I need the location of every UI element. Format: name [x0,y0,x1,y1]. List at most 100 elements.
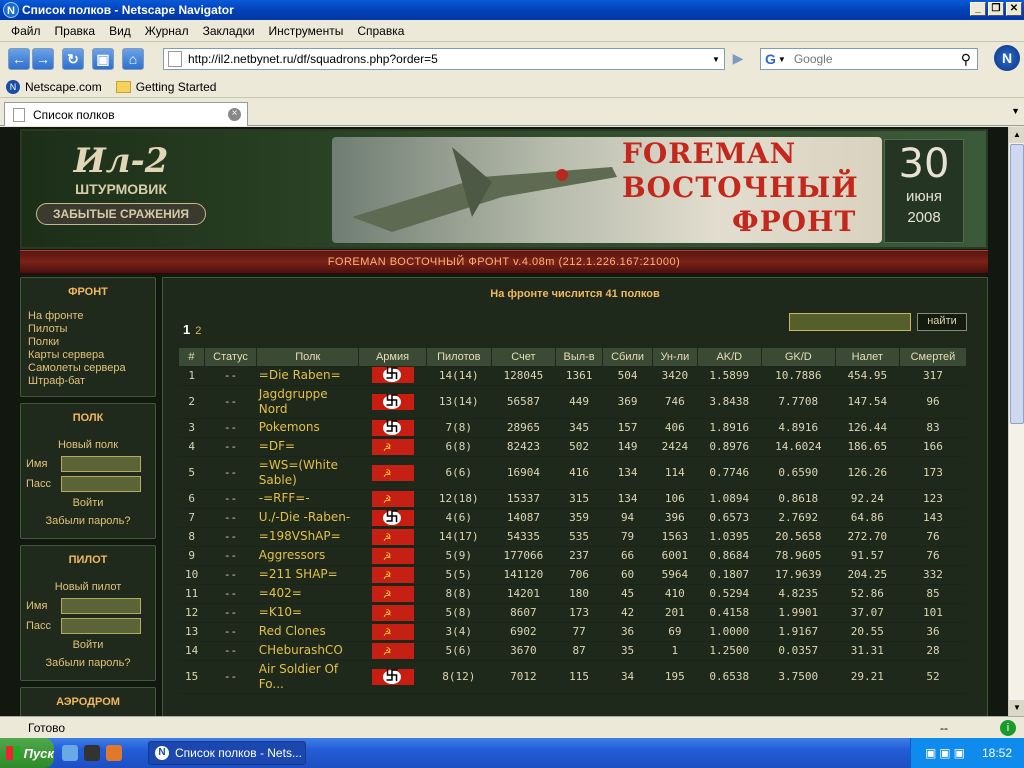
info-icon[interactable]: i [1000,719,1016,736]
squad-link[interactable]: =DF= [256,437,359,457]
page-icon [13,107,25,122]
media-icon[interactable] [84,745,100,761]
link-squadrons[interactable]: Полки [21,336,155,349]
squad-link[interactable]: Pokemons [256,418,359,438]
squad-login-link[interactable]: Войти [21,494,155,512]
netscape-icon: N [155,746,169,760]
col-killed-header[interactable]: Ун-ли [652,348,698,366]
squad-forgot-link[interactable]: Забыли пароль? [21,512,155,530]
col-sorties-header[interactable]: Выл-в [555,348,604,366]
squad-pass-input[interactable] [61,476,141,492]
link-at-front[interactable]: На фронте [21,310,155,323]
col-squad-header[interactable]: Полк [256,348,360,366]
start-button[interactable]: Пуск [0,738,54,768]
url-input[interactable] [188,52,708,66]
col-shot-header[interactable]: Сбили [602,348,653,366]
col-deaths-header[interactable]: Смертей [899,348,968,366]
col-army-header[interactable]: Армия [358,348,427,366]
find-button[interactable]: найти [917,313,967,331]
squad-link[interactable]: =WS=(White Sable) [256,456,359,490]
tray-icons[interactable]: ▣▣▣ [925,746,968,760]
squad-link[interactable]: CHeburashCO [256,641,359,661]
menu-view[interactable]: Вид [102,24,138,38]
col-num-header[interactable]: # [179,348,205,366]
hammer-sickle-flag-icon: ☭ [371,642,414,659]
col-deaths-cell: 166 [899,437,967,457]
search-icon[interactable]: ⚲ [961,51,971,68]
scroll-thumb[interactable] [1010,144,1024,424]
link-server-planes[interactable]: Самолеты сервера [21,362,155,375]
new-squad-link[interactable]: Новый полк [21,436,155,454]
scroll-up-icon[interactable]: ▲ [1009,127,1024,143]
url-bar[interactable]: ▼ [163,48,725,70]
col-sorties-cell: 237 [555,546,603,566]
back-icon[interactable]: ← [8,48,30,70]
squad-link[interactable]: =211 SHAP= [256,565,359,585]
menu-edit[interactable]: Правка [48,24,103,38]
pilot-forgot-link[interactable]: Забыли пароль? [21,654,155,672]
firefox-icon[interactable] [106,745,122,761]
squad-link[interactable]: -=RFF=- [256,489,359,509]
link-penal-battalion[interactable]: Штраф-бат [21,375,155,388]
tab-list-icon[interactable]: ▼ [1011,106,1020,116]
col-status-header[interactable]: Статус [204,348,258,366]
home-icon[interactable]: ⌂ [122,48,144,70]
search-input[interactable] [793,52,954,66]
col-hours-header[interactable]: Налет [835,348,900,366]
squad-link[interactable]: U./-Die -Raben- [256,508,359,528]
minimize-button[interactable]: _ [970,2,986,16]
squad-link[interactable]: Red Clones [256,622,359,642]
search-engine-dropdown-icon[interactable]: ▼ [778,55,786,64]
search-bar[interactable]: G ▼ ⚲ [760,48,978,70]
squad-link[interactable]: =K10= [256,603,359,623]
squad-link[interactable]: Aggressors [256,546,359,566]
squad-link[interactable]: =402= [256,584,359,604]
close-button[interactable]: ✕ [1006,2,1022,16]
squad-link[interactable]: =198VShAP= [256,527,359,547]
squad-name-input[interactable] [61,456,141,472]
pilot-pass-input[interactable] [61,618,141,634]
google-icon[interactable]: G [765,51,776,67]
netscape-logo-icon[interactable]: N [994,45,1020,71]
go-icon[interactable]: ▶ [726,48,750,70]
col-akd-header[interactable]: AK/D [697,348,762,366]
menu-help[interactable]: Справка [350,24,411,38]
hammer-sickle-flag-icon: ☭ [371,547,414,564]
col-gkd-header[interactable]: GK/D [761,348,836,366]
url-dropdown-icon[interactable]: ▼ [712,55,720,64]
airfield-title: АЭРОДРОМ [56,696,120,708]
reload-icon[interactable]: ↻ [62,48,84,70]
link-pilots[interactable]: Пилоты [21,323,155,336]
bookmark-netscape[interactable]: N Netscape.com [6,79,102,94]
pilot-login-link[interactable]: Войти [21,636,155,654]
menu-file[interactable]: Файл [4,24,48,38]
link-server-maps[interactable]: Карты сервера [21,349,155,362]
col-gkd-cell: 4.8916 [761,418,836,438]
close-tab-icon[interactable]: × [228,108,241,121]
taskbar-item-netscape[interactable]: N Список полков - Nets... [148,741,306,765]
menu-bookmarks[interactable]: Закладки [196,24,262,38]
new-pilot-link[interactable]: Новый пилот [21,578,155,596]
maximize-button[interactable]: ❐ [988,2,1004,16]
squad-link[interactable]: Jagdgruppe Nord [256,385,359,419]
menu-history[interactable]: Журнал [138,24,196,38]
scroll-down-icon[interactable]: ▼ [1009,700,1024,716]
squad-search-input[interactable] [789,313,911,331]
page-2[interactable]: 2 [195,325,201,337]
squad-link[interactable]: Air Soldier Of Fo... [256,660,359,694]
col-akd-cell: 0.8976 [697,437,762,457]
stop-icon[interactable]: ▣ [92,48,114,70]
squad-link[interactable]: =Die Raben= [256,366,359,386]
bookmark-getting-started[interactable]: Getting Started [115,80,216,94]
tab-squadron-list[interactable]: Список полков × [4,102,248,126]
ie-icon[interactable] [62,745,78,761]
vertical-scrollbar[interactable]: ▲ ▼ [1008,127,1024,716]
col-pilots-cell: 8(8) [426,584,492,604]
page-1[interactable]: 1 [183,322,190,337]
pilot-name-input[interactable] [61,598,141,614]
forward-icon[interactable]: → [32,48,54,70]
col-gkd-cell: 4.8235 [761,584,836,604]
col-pilots-header[interactable]: Пилотов [426,348,492,366]
col-score-header[interactable]: Счет [491,348,556,366]
menu-tools[interactable]: Инструменты [262,24,351,38]
